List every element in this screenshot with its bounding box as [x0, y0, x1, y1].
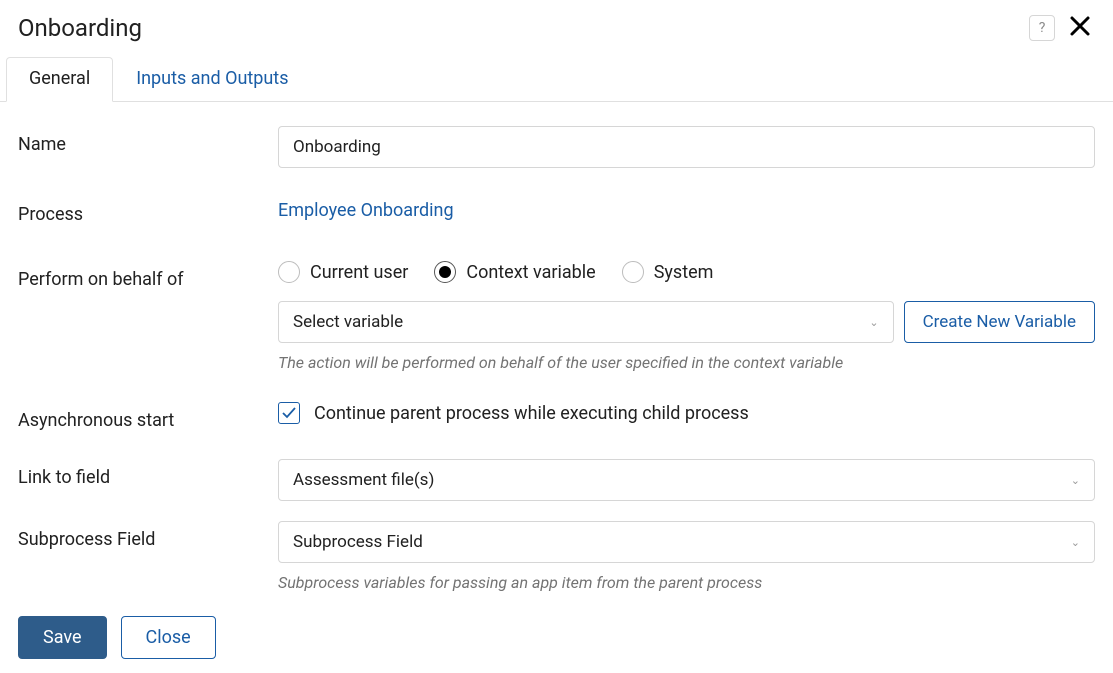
- name-label: Name: [18, 126, 278, 155]
- dialog: Onboarding ? General Inputs and Outputs …: [0, 0, 1113, 673]
- row-subprocess-field: Subprocess Field Subprocess Field ⌄ Subp…: [18, 521, 1095, 592]
- help-button[interactable]: ?: [1029, 15, 1055, 41]
- perform-on-behalf-label: Perform on behalf of: [18, 261, 278, 290]
- tabs: General Inputs and Outputs: [0, 56, 1113, 102]
- async-start-label: Asynchronous start: [18, 402, 278, 431]
- chevron-down-icon: ⌄: [1071, 536, 1080, 549]
- subprocess-field-value: Subprocess Field: [293, 532, 423, 552]
- tab-general[interactable]: General: [6, 57, 113, 102]
- close-dialog-button[interactable]: Close: [121, 616, 216, 659]
- variable-select-value: Select variable: [293, 312, 403, 332]
- link-to-field-select[interactable]: Assessment file(s) ⌄: [278, 459, 1095, 501]
- process-label: Process: [18, 196, 278, 225]
- checkbox-checked-icon: [278, 402, 300, 424]
- radio-label-system: System: [654, 262, 714, 283]
- radio-icon: [622, 261, 644, 283]
- close-button[interactable]: [1065, 14, 1095, 42]
- subprocess-field-label: Subprocess Field: [18, 521, 278, 550]
- subprocess-field-select[interactable]: Subprocess Field ⌄: [278, 521, 1095, 563]
- variable-select[interactable]: Select variable ⌄: [278, 301, 894, 343]
- row-name: Name: [18, 126, 1095, 168]
- row-link-to-field: Link to field Assessment file(s) ⌄: [18, 459, 1095, 501]
- async-start-checkbox[interactable]: Continue parent process while executing …: [278, 402, 1095, 424]
- chevron-down-icon: ⌄: [1071, 474, 1080, 487]
- radio-label-context-variable: Context variable: [466, 262, 595, 283]
- radio-icon: [434, 261, 456, 283]
- radio-system[interactable]: System: [622, 261, 714, 283]
- perform-on-behalf-help: The action will be performed on behalf o…: [278, 353, 1095, 372]
- async-start-checkbox-label: Continue parent process while executing …: [314, 403, 749, 424]
- link-to-field-value: Assessment file(s): [293, 470, 434, 490]
- close-icon: [1069, 15, 1091, 37]
- row-process: Process Employee Onboarding: [18, 196, 1095, 225]
- row-perform-on-behalf: Perform on behalf of Current user Contex…: [18, 261, 1095, 372]
- subprocess-field-help: Subprocess variables for passing an app …: [278, 573, 1095, 592]
- row-async-start: Asynchronous start Continue parent proce…: [18, 402, 1095, 431]
- radio-label-current-user: Current user: [310, 262, 408, 283]
- dialog-header: Onboarding ?: [18, 14, 1095, 42]
- help-icon: ?: [1039, 20, 1046, 36]
- radio-icon: [278, 261, 300, 283]
- create-new-variable-button[interactable]: Create New Variable: [904, 301, 1095, 343]
- dialog-title: Onboarding: [18, 14, 142, 42]
- tab-inputs-outputs[interactable]: Inputs and Outputs: [113, 57, 311, 102]
- chevron-down-icon: ⌄: [869, 316, 878, 329]
- save-button[interactable]: Save: [18, 616, 107, 659]
- radio-current-user[interactable]: Current user: [278, 261, 408, 283]
- name-input[interactable]: [278, 126, 1095, 168]
- dialog-footer: Save Close: [18, 616, 1095, 659]
- radio-context-variable[interactable]: Context variable: [434, 261, 595, 283]
- perform-on-behalf-radios: Current user Context variable System: [278, 261, 1095, 283]
- link-to-field-label: Link to field: [18, 459, 278, 488]
- process-link[interactable]: Employee Onboarding: [278, 196, 454, 221]
- form-general: Name Process Employee Onboarding Perform…: [18, 102, 1095, 659]
